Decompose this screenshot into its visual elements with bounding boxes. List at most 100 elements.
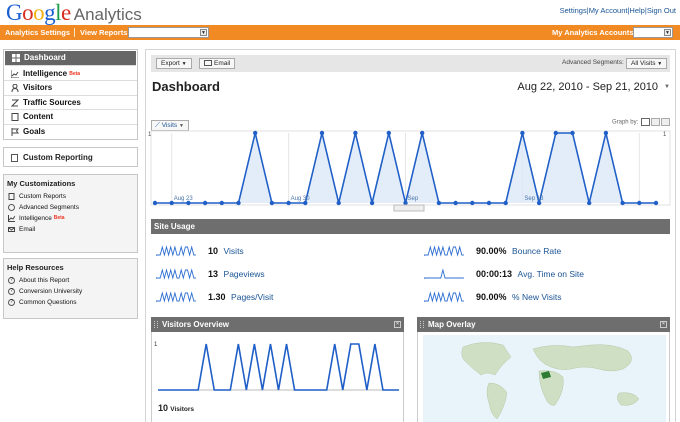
- chevron-down-icon: ▼: [181, 61, 187, 67]
- sparkline: [156, 268, 196, 280]
- view-reports-select[interactable]: ▼: [128, 27, 209, 38]
- common-questions-link[interactable]: ? Common Questions: [7, 297, 137, 308]
- metric-label[interactable]: Bounce Rate: [512, 246, 561, 256]
- analytics-settings-link[interactable]: Analytics Settings: [5, 28, 70, 37]
- divider: [74, 28, 75, 37]
- select-value: All Visits: [631, 60, 656, 67]
- logo-analytics: Analytics: [73, 5, 142, 24]
- visitors-icon: [11, 83, 19, 93]
- report-icon: [8, 193, 15, 200]
- chevron-down-icon: ▼: [200, 29, 207, 36]
- conversion-university-link[interactable]: ? Conversion University: [7, 286, 137, 297]
- logo-google: Google: [6, 0, 71, 25]
- sidebar-item-label: Intelligence: [23, 68, 68, 78]
- email-button[interactable]: Email: [199, 58, 236, 69]
- x-tick-label: Aug 30: [291, 196, 311, 202]
- my-accounts-label: My Analytics Accounts:: [552, 28, 637, 37]
- my-accounts-select[interactable]: ▼: [633, 27, 673, 38]
- link-label: About this Report: [19, 277, 70, 284]
- intelligence-link[interactable]: Intelligence Beta: [7, 213, 137, 224]
- advanced-segments-select[interactable]: All Visits ▼: [626, 58, 668, 69]
- metric-label[interactable]: Visits: [224, 246, 244, 256]
- data-point: [236, 200, 241, 206]
- chevron-down-icon: ▼: [657, 61, 663, 67]
- beta-badge: Beta: [69, 70, 81, 77]
- data-point: [587, 200, 592, 206]
- data-point: [319, 130, 325, 136]
- metric-value: 10 Visits: [208, 246, 244, 256]
- sidebar-item-traffic-sources[interactable]: Traffic Sources: [4, 96, 137, 110]
- date-range-picker[interactable]: Aug 22, 2010 - Sep 21, 2010 ▼: [517, 81, 670, 93]
- date-range-text: Aug 22, 2010 - Sep 21, 2010: [517, 81, 659, 93]
- top-nav-bar: Analytics Settings View Reports: ▼ My An…: [0, 25, 680, 40]
- drag-handle-icon[interactable]: [420, 321, 424, 329]
- visitors-count-value: 10: [158, 403, 169, 413]
- data-point: [202, 200, 208, 206]
- x-tick-label: Sep: [408, 196, 419, 202]
- about-report-link[interactable]: ? About this Report: [7, 275, 137, 286]
- data-point: [420, 130, 425, 136]
- world-map[interactable]: [423, 335, 666, 422]
- help-link[interactable]: Help: [629, 6, 644, 15]
- x-tick-label: Sep 13: [524, 196, 544, 202]
- sidebar-item-content[interactable]: Content: [4, 110, 137, 125]
- chevron-down-icon: ▼: [664, 29, 671, 36]
- data-point: [253, 130, 258, 136]
- sign-out-link[interactable]: Sign Out: [647, 6, 676, 15]
- drag-handle-icon[interactable]: [154, 321, 158, 329]
- metric-label[interactable]: Avg. Time on Site: [518, 269, 584, 279]
- main-content: Export ▼ Email Advanced Segments: All Vi…: [145, 49, 676, 422]
- visitors-count: 10 Visitors: [158, 403, 194, 413]
- email-link[interactable]: Email: [7, 224, 137, 235]
- visits-graph: ⟋ Visits ▼ Graph by: 1 1 Aug 23 Aug 30 Sep Se…: [148, 118, 671, 212]
- advanced-segments-link[interactable]: Advanced Segments: [7, 202, 137, 213]
- sidebar-item-label: Content: [23, 112, 54, 121]
- sidebar-item-intelligence[interactable]: Intelligence Beta: [4, 67, 137, 81]
- map-overlay-panel: [417, 332, 670, 422]
- data-point: [453, 200, 458, 206]
- map-overlay-header: Map Overlay ×: [417, 317, 670, 332]
- sparkline: [424, 245, 464, 257]
- intelligence-icon: [10, 69, 19, 78]
- button-label: Export: [161, 60, 180, 67]
- sparkline: [424, 291, 464, 303]
- link-label: Advanced Segments: [19, 204, 79, 211]
- site-usage-header: Site Usage: [151, 219, 670, 234]
- metric-label[interactable]: Pageviews: [224, 269, 265, 279]
- sidebar-item-custom-reporting[interactable]: Custom Reporting: [3, 147, 138, 167]
- settings-link[interactable]: Settings: [560, 6, 587, 15]
- metric-label[interactable]: % New Visits: [512, 292, 561, 302]
- export-button[interactable]: Export ▼: [156, 58, 192, 69]
- view-reports-label: View Reports:: [80, 28, 130, 37]
- data-point: [653, 200, 659, 206]
- help-icon: ?: [8, 288, 15, 295]
- sidebar-item-label: Dashboard: [24, 53, 66, 62]
- data-point: [336, 200, 341, 206]
- google-analytics-logo[interactable]: Google Analytics: [6, 0, 142, 25]
- metric-label[interactable]: Pages/Visit: [231, 292, 273, 302]
- metric-value: 13 Pageviews: [208, 269, 265, 279]
- section-title: Visitors Overview: [162, 320, 229, 329]
- help-resources-title: Help Resources: [7, 263, 64, 272]
- sparkline: [424, 268, 464, 279]
- custom-reporting-icon: [11, 154, 18, 162]
- data-point: [637, 200, 642, 206]
- data-point: [436, 200, 442, 206]
- goals-icon: [11, 127, 19, 136]
- data-point: [603, 130, 609, 136]
- visitors-series-line: [158, 343, 399, 391]
- sidebar-item-visitors[interactable]: Visitors: [4, 81, 137, 96]
- close-icon[interactable]: ×: [660, 321, 667, 328]
- my-account-link[interactable]: My Account: [589, 6, 628, 15]
- close-icon[interactable]: ×: [394, 321, 401, 328]
- data-point: [470, 200, 475, 206]
- sidebar-item-goals[interactable]: Goals: [4, 125, 137, 140]
- chart-resize-handle: [393, 204, 425, 212]
- metric-value: 00:00:13 Avg. Time on Site: [476, 269, 585, 279]
- data-point: [503, 200, 508, 206]
- visits-line-chart[interactable]: 1 1Aug 23 Aug 30 Sep Sep 13: [148, 120, 671, 212]
- beta-badge: Beta: [53, 215, 65, 221]
- segments-icon: [8, 204, 15, 211]
- sidebar-item-dashboard[interactable]: Dashboard: [5, 51, 136, 66]
- custom-reports-link[interactable]: Custom Reports: [7, 191, 137, 202]
